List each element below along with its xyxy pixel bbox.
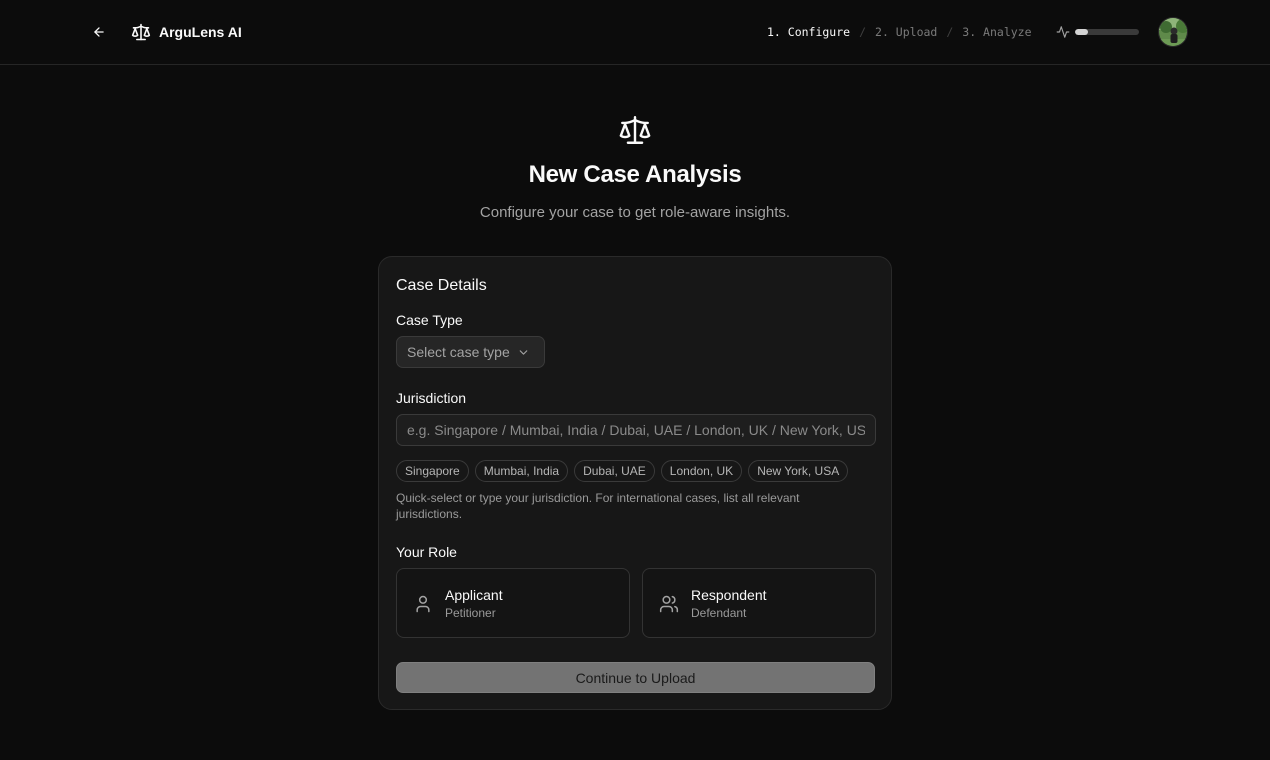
page-subtitle: Configure your case to get role-aware in… <box>479 204 791 221</box>
progress-fill <box>1075 29 1088 35</box>
role-subtitle: Defendant <box>691 606 747 620</box>
chip-mumbai[interactable]: Mumbai, India <box>474 460 569 482</box>
case-type-select[interactable]: Select case type <box>396 336 545 368</box>
step-analyze: 3. Analyze <box>962 25 1032 39</box>
scale-icon <box>619 116 651 144</box>
chip-london[interactable]: London, UK <box>660 460 743 482</box>
chevron-down-icon <box>519 349 528 355</box>
step-separator: / <box>859 25 867 39</box>
case-type-value: Select case type <box>407 344 510 360</box>
continue-to-upload-button[interactable]: Continue to Upload <box>396 662 875 693</box>
back-button[interactable] <box>88 21 110 43</box>
jurisdiction-input[interactable] <box>396 414 876 446</box>
step-separator: / <box>946 25 954 39</box>
role-label: Your Role <box>396 544 457 560</box>
chip-new-york[interactable]: New York, USA <box>748 460 849 482</box>
case-type-label: Case Type <box>396 312 463 328</box>
step-configure: 1. Configure <box>767 25 851 39</box>
step-indicator: 1. Configure / 2. Upload / 3. Analyze <box>767 23 1032 41</box>
jurisdiction-help-text: Quick-select or type your jurisdiction. … <box>396 491 800 521</box>
activity-icon <box>1056 26 1070 38</box>
jurisdiction-chips: Singapore Mumbai, India Dubai, UAE Londo… <box>396 460 849 482</box>
chip-singapore[interactable]: Singapore <box>396 460 469 482</box>
chip-dubai[interactable]: Dubai, UAE <box>574 460 655 482</box>
brand-name: ArguLens AI <box>159 24 242 40</box>
role-option-respondent[interactable]: Respondent Defendant <box>642 568 876 638</box>
scale-icon <box>131 23 151 41</box>
top-bar: ArguLens AI 1. Configure / 2. Upload / 3… <box>0 0 1270 65</box>
brand: ArguLens AI <box>131 21 242 43</box>
role-option-applicant[interactable]: Applicant Petitioner <box>396 568 630 638</box>
role-subtitle: Petitioner <box>445 606 496 620</box>
avatar-image-icon <box>1159 18 1187 46</box>
avatar[interactable] <box>1158 17 1188 47</box>
role-title: Applicant <box>445 587 503 603</box>
user-icon <box>416 595 430 613</box>
page-title: New Case Analysis <box>528 161 742 188</box>
progress-bar <box>1075 29 1139 35</box>
arrow-left-icon <box>94 27 104 37</box>
case-details-card: Case Details Case Type Select case type … <box>378 256 892 710</box>
step-upload: 2. Upload <box>875 25 938 39</box>
role-title: Respondent <box>691 587 767 603</box>
users-icon <box>659 595 679 613</box>
jurisdiction-label: Jurisdiction <box>396 390 467 406</box>
card-title: Case Details <box>396 277 487 294</box>
